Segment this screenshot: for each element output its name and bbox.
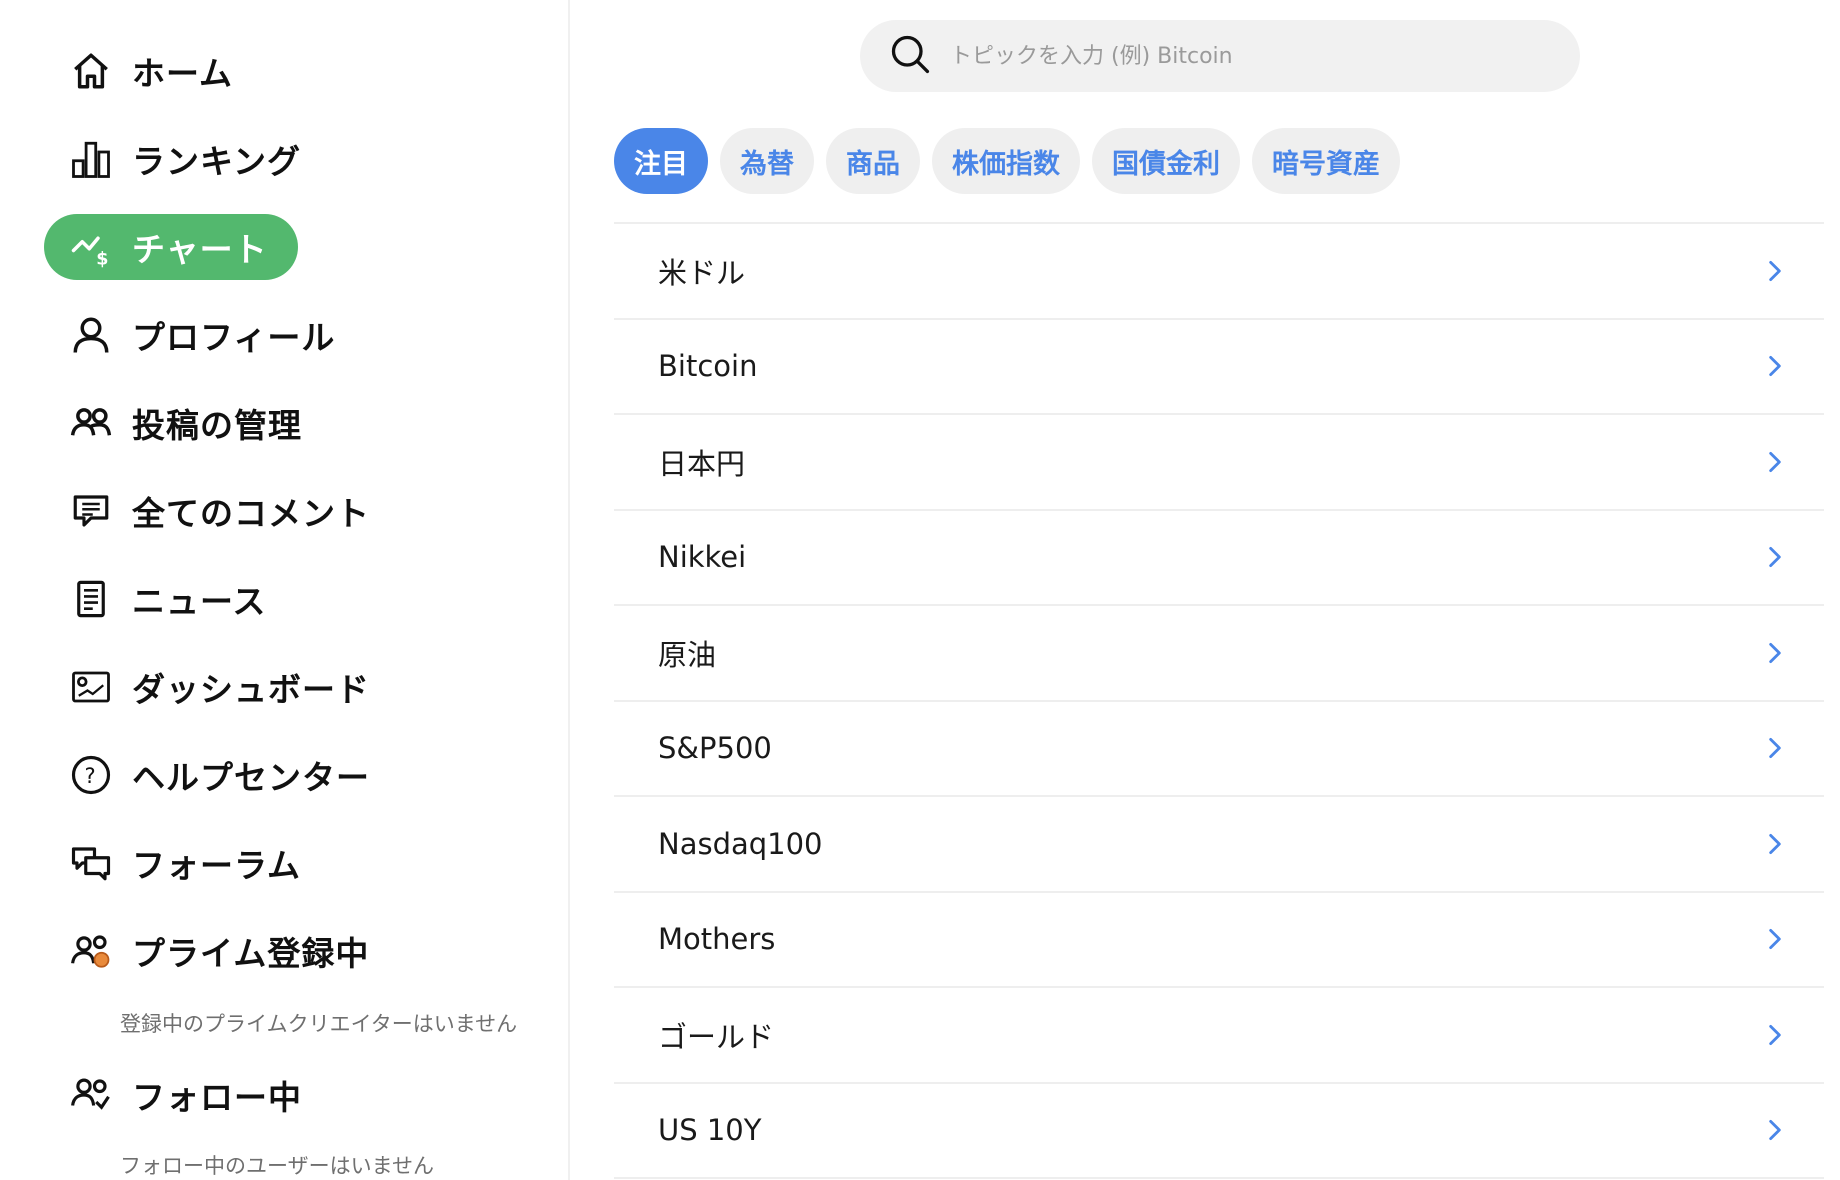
topic-label: US 10Y [658, 1113, 762, 1148]
sidebar-item-label: プライム登録中 [132, 934, 370, 973]
sidebar-item-news[interactable]: ニュース [44, 566, 296, 632]
topic-label: Mothers [658, 922, 776, 957]
topic-row-us10y[interactable]: US 10Y [614, 1084, 1824, 1179]
sidebar-item-following[interactable]: フォロー中 [44, 1062, 332, 1128]
sidebar-item-label: チャート [132, 230, 268, 269]
chevron-right-icon [1762, 544, 1788, 570]
topic-label: ゴールド [658, 1019, 775, 1054]
chevron-right-icon [1762, 1022, 1788, 1048]
sidebar-item-label: ホーム [132, 54, 234, 93]
topic-list: 米ドル Bitcoin 日本円 Nikkei 原油 S&P500 Nasdaq1… [614, 222, 1824, 1179]
sidebar-item-posts[interactable]: 投稿の管理 [44, 390, 332, 456]
following-icon [70, 1074, 112, 1116]
sidebar: ホーム ランキング $ チャート プロフィール 投稿の管理 全てのコメント ニュ… [0, 0, 570, 1180]
topic-row-bitcoin[interactable]: Bitcoin [614, 320, 1824, 415]
sidebar-item-dashboard[interactable]: ダッシュボード [44, 654, 400, 720]
main-content: 注目 為替 商品 株価指数 国債金利 暗号資産 米ドル Bitcoin 日本円 … [572, 0, 1840, 1180]
tab-crypto[interactable]: 暗号資産 [1252, 128, 1400, 194]
topic-label: Nasdaq100 [658, 826, 823, 861]
topic-row-jpy[interactable]: 日本円 [614, 415, 1824, 511]
sidebar-item-home[interactable]: ホーム [44, 38, 263, 104]
topic-label: 日本円 [658, 446, 746, 481]
prime-icon [70, 930, 112, 972]
dashboard-icon [70, 666, 112, 708]
search-icon [888, 32, 932, 80]
sidebar-item-label: プロフィール [132, 318, 336, 357]
tab-stock-indices[interactable]: 株価指数 [932, 128, 1080, 194]
chevron-right-icon [1762, 1117, 1788, 1143]
sidebar-item-profile[interactable]: プロフィール [44, 302, 365, 368]
ranking-icon [70, 138, 112, 180]
topic-row-gold[interactable]: ゴールド [614, 988, 1824, 1084]
chevron-right-icon [1762, 353, 1788, 379]
topic-label: 米ドル [658, 255, 746, 290]
user-icon [70, 314, 112, 356]
tab-bond-yields[interactable]: 国債金利 [1092, 128, 1240, 194]
sidebar-item-comments[interactable]: 全てのコメント [44, 478, 400, 544]
sidebar-item-ranking[interactable]: ランキング [44, 126, 331, 192]
topic-label: Bitcoin [658, 349, 758, 384]
prime-empty-text: 登録中のプライムクリエイターはいません [120, 1012, 518, 1036]
category-tabs: 注目 為替 商品 株価指数 国債金利 暗号資産 [614, 128, 1400, 194]
topic-row-sp500[interactable]: S&P500 [614, 702, 1824, 797]
topic-row-mothers[interactable]: Mothers [614, 893, 1824, 988]
sidebar-item-help[interactable]: ? ヘルプセンター [44, 742, 400, 808]
tab-commodities[interactable]: 商品 [826, 128, 920, 194]
news-icon [70, 578, 112, 620]
forum-icon [70, 842, 112, 884]
svg-text:$: $ [96, 250, 108, 269]
sidebar-item-prime[interactable]: プライム登録中 [44, 918, 399, 984]
svg-text:?: ? [85, 764, 96, 788]
chevron-right-icon [1762, 735, 1788, 761]
sidebar-item-label: ダッシュボード [132, 670, 370, 709]
tab-forex[interactable]: 為替 [720, 128, 814, 194]
chevron-right-icon [1762, 449, 1788, 475]
topic-row-nasdaq100[interactable]: Nasdaq100 [614, 797, 1824, 893]
topic-label: Nikkei [658, 540, 747, 575]
sidebar-item-label: 投稿の管理 [132, 406, 302, 445]
topic-row-crude-oil[interactable]: 原油 [614, 606, 1824, 702]
sidebar-item-forum[interactable]: フォーラム [44, 830, 331, 896]
chevron-right-icon [1762, 831, 1788, 857]
users-icon [70, 402, 112, 444]
topic-row-usd[interactable]: 米ドル [614, 224, 1824, 320]
following-empty-text: フォロー中のユーザーはいません [120, 1154, 434, 1178]
search-bar[interactable] [860, 20, 1580, 92]
sidebar-item-label: フォロー中 [132, 1078, 302, 1117]
home-icon [70, 50, 112, 92]
topic-label: S&P500 [658, 731, 772, 766]
sidebar-item-label: ランキング [132, 142, 302, 181]
chevron-right-icon [1762, 258, 1788, 284]
chevron-right-icon [1762, 926, 1788, 952]
sidebar-item-label: ヘルプセンター [132, 758, 370, 797]
tab-featured[interactable]: 注目 [614, 128, 708, 194]
chevron-right-icon [1762, 640, 1788, 666]
chart-icon: $ [70, 226, 112, 268]
comment-icon [70, 490, 112, 532]
topic-row-nikkei[interactable]: Nikkei [614, 511, 1824, 606]
sidebar-item-label: フォーラム [132, 846, 302, 885]
help-icon: ? [70, 754, 112, 796]
sidebar-item-chart[interactable]: $ チャート [44, 214, 298, 280]
topic-label: 原油 [658, 637, 717, 672]
sidebar-item-label: ニュース [132, 582, 267, 621]
sidebar-item-label: 全てのコメント [132, 494, 370, 533]
search-input[interactable] [950, 43, 1550, 69]
